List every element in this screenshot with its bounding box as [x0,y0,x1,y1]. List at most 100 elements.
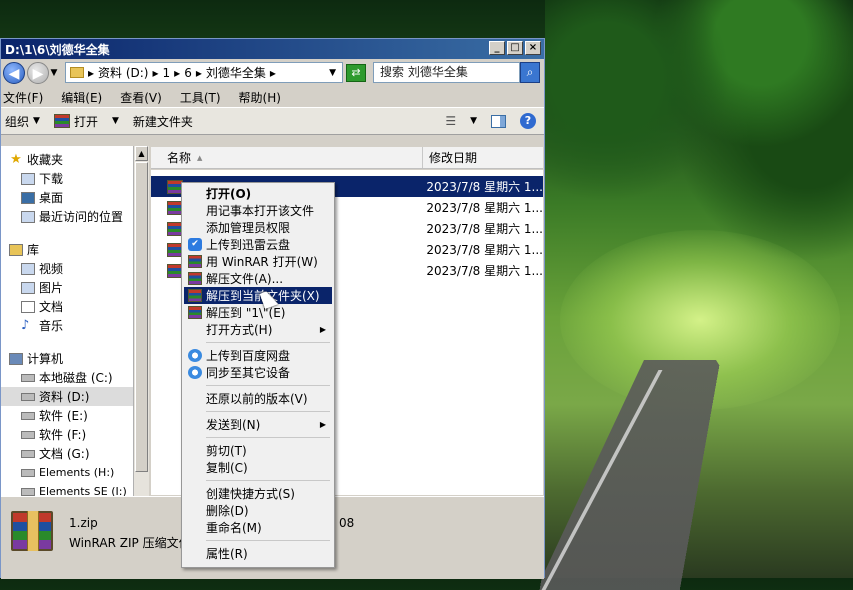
wallpaper-road [536,360,853,590]
context-menu-item[interactable]: 上传到百度网盘 [184,347,332,364]
context-menu-item[interactable]: 删除(D) [184,502,332,519]
address-dropdown-icon[interactable]: ▼ [329,68,336,78]
breadcrumb-sep-icon: ▸ [152,65,159,80]
nav-vertical-scrollbar[interactable]: ▲ ▼ [133,146,149,534]
forward-arrow-icon[interactable]: ▶ [27,62,49,84]
nav-computer[interactable]: 计算机 [1,349,133,368]
back-arrow-icon[interactable]: ◀ [3,62,25,84]
help-icon[interactable]: ? [520,113,536,129]
close-button[interactable]: × [525,41,541,55]
preview-pane-icon[interactable] [491,114,506,128]
view-options-icon[interactable]: ☰ [445,114,456,128]
context-menu-item[interactable]: 解压到 "1\"(E) [184,304,332,321]
history-dropdown-icon[interactable]: ▼ [49,68,59,78]
scroll-thumb[interactable] [135,162,148,472]
winrar-icon [188,272,202,285]
nav-videos[interactable]: 视频 [1,259,133,278]
nav-drive-c[interactable]: 本地磁盘 (C:) [1,368,133,387]
menu-help[interactable]: 帮助(H) [237,89,283,106]
refresh-icon[interactable]: ⇄ [346,64,366,82]
scroll-up-icon[interactable]: ▲ [135,146,148,161]
menu-file[interactable]: 文件(F) [1,89,45,106]
nav-pictures[interactable]: 图片 [1,278,133,297]
menu-item-label: 打开(O) [206,187,252,201]
nav-documents[interactable]: 文档 [1,297,133,316]
context-menu-item[interactable]: 用 WinRAR 打开(W) [184,253,332,270]
nav-label: 计算机 [27,352,64,366]
context-menu-item[interactable]: 解压到当前文件夹(X) [184,287,332,304]
column-name[interactable]: 名称 ▲ [151,147,423,168]
chevron-down-icon: ▼ [111,116,119,126]
winrar-icon [188,306,202,319]
menu-item-label: 用记事本打开该文件 [206,204,315,218]
window-title: D:\1\6\刘德华全集 [5,42,110,57]
context-menu-item[interactable]: 重命名(M) [184,519,332,536]
menu-item-label: 添加管理员权限 [206,221,291,235]
context-menu-item[interactable]: 创建快捷方式(S) [184,485,332,502]
address-input[interactable]: ▸ 资料 (D:) ▸ 1 ▸ 6 ▸ 刘德华全集 ▸ ▼ [65,62,343,83]
maximize-button[interactable]: □ [507,41,523,55]
context-menu-item[interactable]: 发送到(N) ▶ [184,416,332,433]
nav-favorites[interactable]: ★ 收藏夹 [1,150,133,169]
context-menu-item[interactable]: 添加管理员权限 [184,219,332,236]
nav-label: 资料 (D:) [39,390,90,404]
menu-item-label: 发送到(N) [206,418,261,432]
context-menu-item[interactable]: ✔ 上传到迅雷云盘 [184,236,332,253]
context-menu-item[interactable]: 复制(C) [184,459,332,476]
nav-recent[interactable]: 最近访问的位置 [1,207,133,226]
menu-separator [206,437,330,438]
thunder-cloud-icon: ✔ [188,238,202,251]
nav-desktop[interactable]: 桌面 [1,188,133,207]
breadcrumb-item[interactable]: 1 [163,66,171,80]
context-menu-item[interactable]: 打开方式(H) ▶ [184,321,332,338]
context-menu-item[interactable]: 属性(R) [184,545,332,562]
title-bar[interactable]: D:\1\6\刘德华全集 _ □ × [1,39,544,59]
video-icon [21,262,35,275]
search-input[interactable]: 搜索 刘德华全集 [373,62,520,83]
menu-separator [206,385,330,386]
breadcrumb-sep-icon: ▸ [88,65,95,80]
minimize-button[interactable]: _ [489,41,505,55]
navigation-pane: ★ 收藏夹 下载 桌面 最近访问的位置 库 视频 图片 文档 ♪ 音乐 计算机 本地… [1,146,133,518]
menu-bar: 文件(F) 编辑(E) 查看(V) 工具(T) 帮助(H) [1,87,544,107]
new-folder-button[interactable]: 新建文件夹 [133,113,193,130]
context-menu-item[interactable]: 解压文件(A)... [184,270,332,287]
row-date: 2023/7/8 星期六 1... [426,243,543,257]
nav-drive-g[interactable]: 文档 (G:) [1,444,133,463]
picture-icon [21,281,35,294]
breadcrumb-item[interactable]: 6 [184,66,192,80]
list-header: 名称 ▲ 修改日期 [151,147,543,169]
nav-libraries[interactable]: 库 [1,240,133,259]
breadcrumb-sep-icon: ▸ [195,65,202,80]
context-menu-item[interactable]: 打开(O) [184,185,332,202]
menu-tools[interactable]: 工具(T) [178,89,223,106]
chevron-down-icon[interactable]: ▼ [470,116,477,126]
context-menu-item[interactable]: 用记事本打开该文件 [184,202,332,219]
open-button[interactable]: 打开 ▼ [53,113,119,130]
search-icon[interactable]: ⌕ [520,62,540,83]
menu-item-label: 还原以前的版本(V) [206,392,308,406]
nav-drive-h[interactable]: Elements (H:) [1,463,133,482]
menu-edit[interactable]: 编辑(E) [59,89,104,106]
context-menu-item[interactable]: 剪切(T) [184,442,332,459]
nav-drive-d[interactable]: 资料 (D:) [1,387,133,406]
menu-item-label: 用 WinRAR 打开(W) [206,255,318,269]
organize-button[interactable]: 组织 ▼ [5,113,40,130]
context-menu-item[interactable]: 还原以前的版本(V) [184,390,332,407]
nav-label: 桌面 [39,191,64,205]
baidu-netdisk-icon [188,366,202,379]
menu-view[interactable]: 查看(V) [118,89,164,106]
column-date[interactable]: 修改日期 [423,149,477,166]
nav-drive-f[interactable]: 软件 (F:) [1,425,133,444]
breadcrumb-item[interactable]: 刘德华全集 [206,64,266,81]
context-menu-item[interactable]: 同步至其它设备 [184,364,332,381]
nav-music[interactable]: ♪ 音乐 [1,316,133,335]
nav-drive-e[interactable]: 软件 (E:) [1,406,133,425]
menu-item-label: 打开方式(H) [206,323,273,337]
drive-icon [21,468,35,477]
chevron-down-icon: ▼ [33,116,40,126]
breadcrumb-item[interactable]: 资料 (D:) [98,64,148,81]
nav-downloads[interactable]: 下载 [1,169,133,188]
music-icon: ♪ [21,317,30,333]
nav-label: 图片 [39,281,64,295]
